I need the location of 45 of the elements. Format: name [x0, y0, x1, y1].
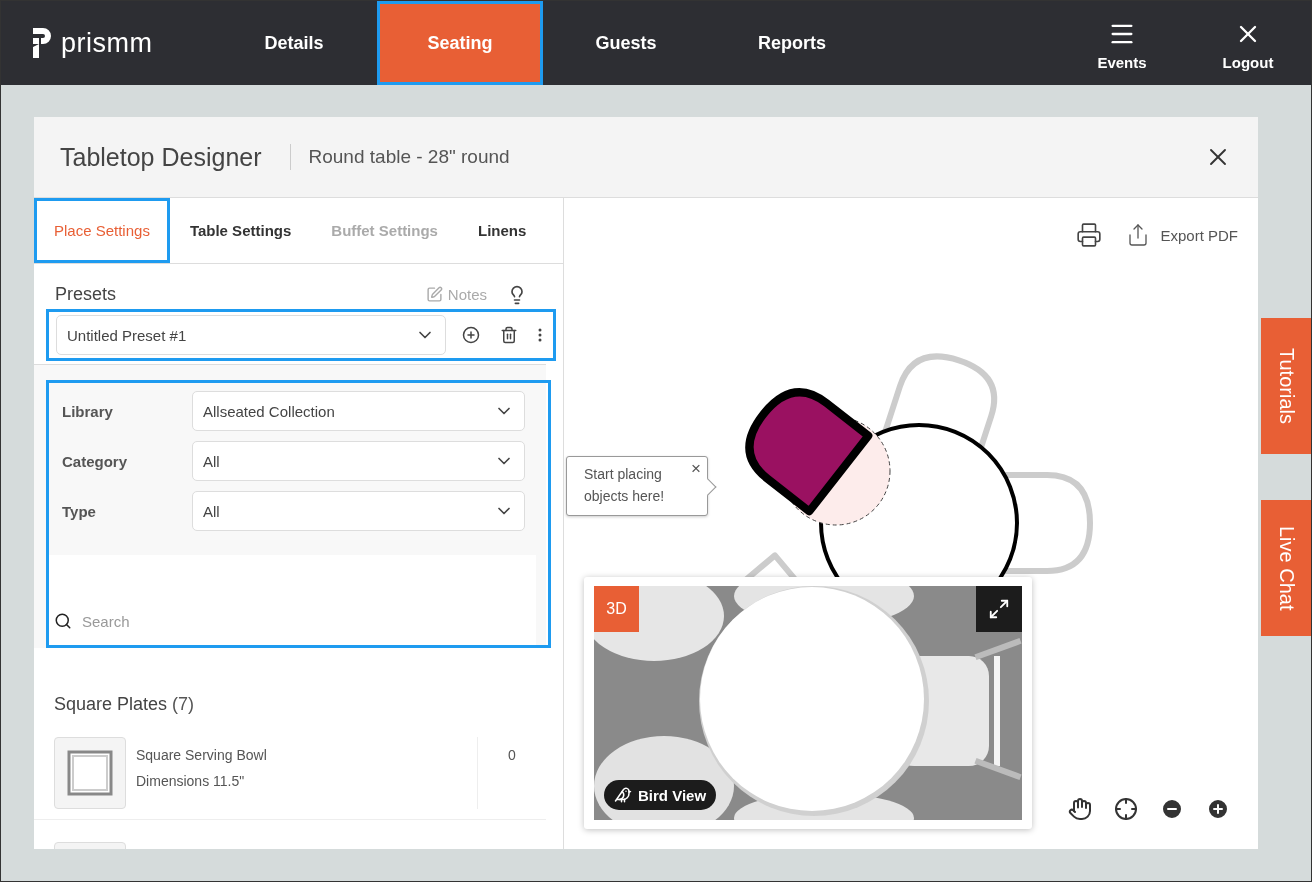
settings-tab[interactable]: Table Settings [169, 198, 312, 263]
nav-tab[interactable]: Guests [543, 1, 709, 85]
item-detail: Dimensions 11.5" [136, 773, 246, 789]
settings-tab[interactable]: Linens [457, 198, 547, 263]
trash-icon [500, 326, 518, 344]
search-icon [54, 612, 72, 630]
bird-icon [614, 786, 632, 804]
tooltip-text: Start placing objects here! [584, 466, 665, 504]
nav-tab[interactable]: Reports [709, 1, 875, 85]
filter-label: Library [62, 402, 114, 420]
kebab-icon [538, 328, 542, 342]
dialog-subtitle: Round table - 28" round [308, 146, 510, 168]
nav-tab[interactable]: Details [211, 1, 377, 85]
zoom-out-icon[interactable] [1160, 797, 1184, 821]
square-bowl-icon [67, 750, 113, 796]
bird-view-button[interactable]: Bird View [604, 780, 717, 810]
search-field[interactable]: Search [80, 611, 283, 631]
export-button[interactable]: Export PDF [1126, 223, 1238, 247]
logout-button[interactable]: Logout [1185, 1, 1311, 85]
item-quantity: 0 [507, 746, 517, 765]
filter-select[interactable]: All [192, 441, 525, 481]
presets-heading: Presets [55, 284, 117, 305]
plus-icon [462, 326, 480, 344]
filter-select[interactable]: Allseated Collection [192, 391, 525, 431]
mode-badge: 3D [594, 586, 639, 632]
tooltip-close-button[interactable]: × [691, 459, 701, 479]
filter-select[interactable]: All [192, 491, 525, 531]
hand-icon[interactable] [1068, 797, 1092, 821]
expand-button[interactable] [976, 586, 1022, 632]
item-count: (7) [172, 694, 195, 714]
edit-icon [425, 286, 443, 303]
expand-icon [988, 598, 1010, 620]
preset-select[interactable]: Untitled Preset #1 [56, 315, 446, 355]
section-heading: Square Plates (7) [54, 694, 196, 715]
item-name: Square Serving Bowl [136, 747, 268, 763]
zoom-in-icon[interactable] [1206, 797, 1230, 821]
filter-label: Type [62, 502, 97, 520]
logo-icon [33, 28, 53, 58]
printer-icon [1076, 222, 1103, 248]
events-button[interactable]: Events [1059, 1, 1185, 85]
brand-name: prismm [61, 27, 153, 59]
dialog-title: Tabletop Designer [60, 142, 262, 172]
crosshair-icon[interactable] [1114, 797, 1138, 821]
filter-label: Category [62, 452, 129, 470]
settings-tab[interactable]: Place Settings [34, 198, 170, 263]
